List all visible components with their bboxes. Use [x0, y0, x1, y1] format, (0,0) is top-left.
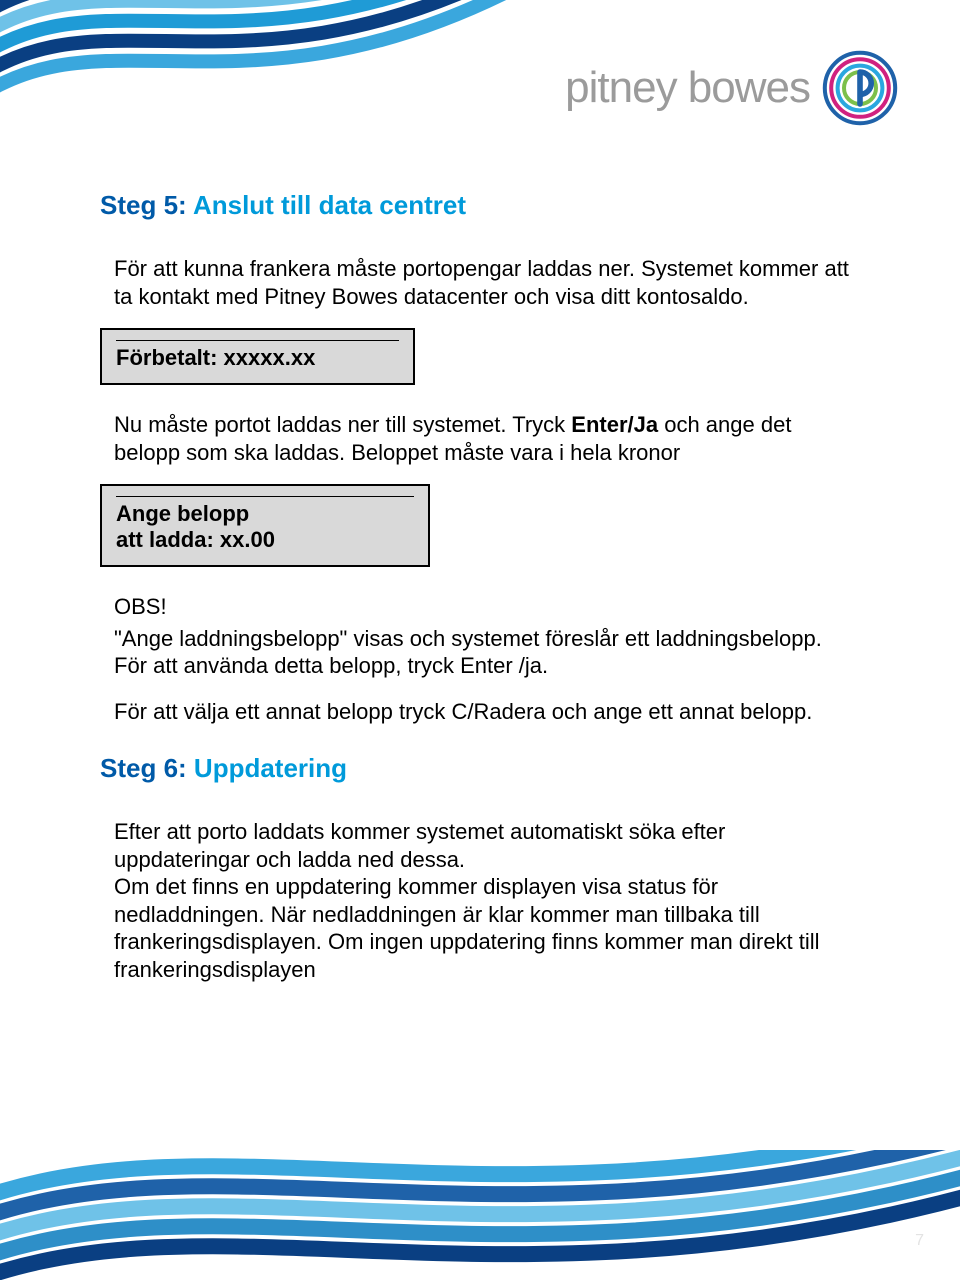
brand-logo: pitney bowes — [565, 48, 900, 128]
step6-body: Efter att porto laddats kommer systemet … — [114, 818, 860, 983]
step5-load-instruction: Nu måste portot laddas ner till systemet… — [114, 411, 860, 466]
step5-intro: För att kunna frankera måste portopengar… — [114, 255, 860, 310]
decorative-wave-bottom — [0, 1150, 960, 1280]
display-box-amount-text: Ange belopp att ladda: xx.00 — [116, 501, 414, 553]
page-content: Steg 5: Anslut till data centret För att… — [100, 190, 860, 1001]
step5-heading: Steg 5: Anslut till data centret — [100, 190, 860, 221]
decorative-wave-top — [0, 0, 530, 160]
display-box-prepaid-text: Förbetalt: xxxxx.xx — [116, 345, 399, 371]
page-number: 7 — [915, 1232, 924, 1250]
display-box-amount: Ange belopp att ladda: xx.00 — [100, 484, 430, 567]
step5-para2-bold: Enter/Ja — [571, 412, 658, 437]
step5-heading-prefix: Steg 5: — [100, 190, 187, 220]
other-amount-text: För att välja ett annat belopp tryck C/R… — [114, 698, 860, 726]
step5-para2-a: Nu måste portot laddas ner till systemet… — [114, 412, 571, 437]
step6-heading: Steg 6: Uppdatering — [100, 753, 860, 784]
obs-text: "Ange laddningsbelopp" visas och systeme… — [114, 625, 860, 680]
step5-heading-title: Anslut till data centret — [187, 190, 466, 220]
obs-label: OBS! — [114, 593, 860, 621]
step6-heading-title: Uppdatering — [187, 753, 347, 783]
brand-text: pitney bowes — [565, 63, 810, 113]
display-box-prepaid: Förbetalt: xxxxx.xx — [100, 328, 415, 385]
step6-heading-prefix: Steg 6: — [100, 753, 187, 783]
brand-icon — [820, 48, 900, 128]
